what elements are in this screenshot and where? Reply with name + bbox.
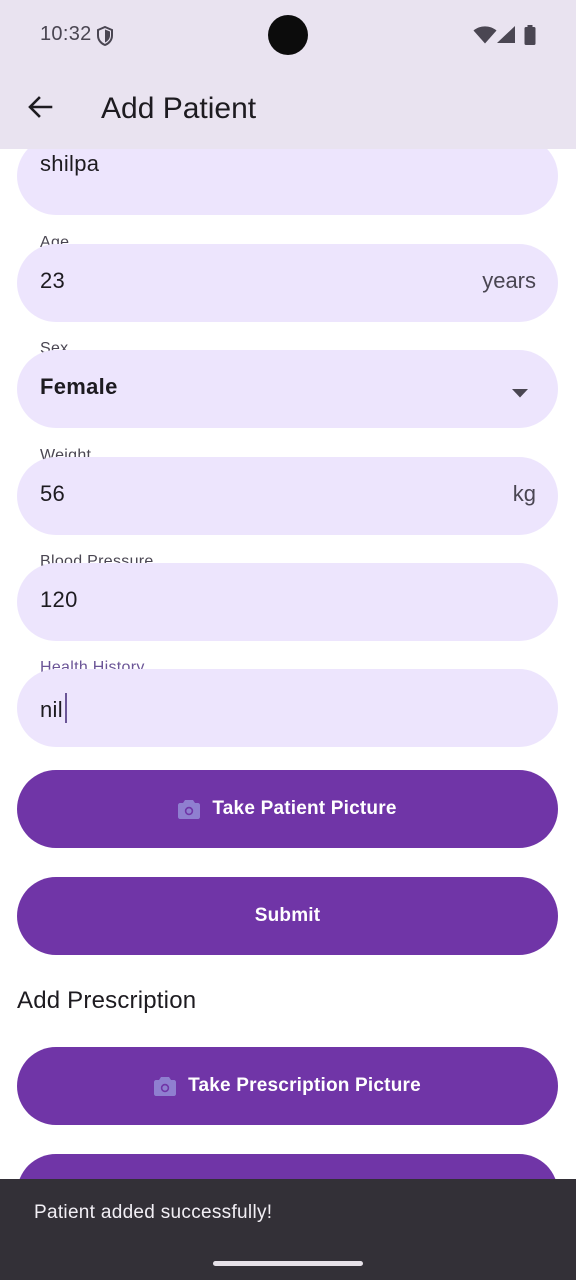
snackbar-message: Patient added successfully!	[34, 1202, 273, 1223]
battery-icon	[524, 25, 536, 50]
wifi-icon	[473, 26, 497, 49]
name-value: shilpa	[40, 151, 100, 176]
blood-pressure-value: 120	[40, 587, 78, 612]
status-bar: 10:32	[0, 0, 576, 70]
front-camera-cutout	[268, 15, 308, 55]
sex-dropdown[interactable]: Female	[17, 350, 558, 428]
weight-value: 56	[40, 481, 66, 506]
weight-field[interactable]: 56 kg	[17, 457, 558, 535]
take-patient-picture-button[interactable]: Take Patient Picture	[17, 770, 558, 848]
name-field[interactable]: shilpa	[17, 149, 558, 215]
age-value: 23	[40, 268, 66, 293]
add-prescription-heading: Add Prescription	[17, 987, 197, 1014]
page-title: Add Patient	[101, 92, 257, 125]
health-history-value: nil	[40, 697, 63, 722]
app-bar: Add Patient	[0, 70, 576, 149]
age-suffix: years	[482, 268, 536, 293]
health-history-field[interactable]: nil	[17, 669, 558, 747]
home-indicator[interactable]	[213, 1261, 363, 1266]
camera-icon	[154, 1076, 177, 1096]
caret-down-icon	[512, 385, 528, 403]
camera-icon	[178, 799, 201, 819]
submit-label: Submit	[254, 905, 321, 926]
signal-icon	[496, 26, 516, 49]
back-button[interactable]	[20, 89, 60, 129]
submit-button[interactable]: Submit	[17, 877, 558, 955]
snackbar: Patient added successfully!	[0, 1179, 576, 1280]
sex-value: Female	[40, 374, 118, 399]
arrow-left-icon	[27, 94, 53, 125]
status-time: 10:32	[40, 23, 92, 45]
take-patient-picture-label: Take Patient Picture	[212, 798, 397, 819]
age-field[interactable]: 23 years	[17, 244, 558, 322]
shield-icon	[96, 25, 114, 51]
text-cursor	[64, 693, 67, 723]
health-history-input[interactable]: nil	[40, 693, 67, 723]
take-prescription-picture-button[interactable]: Take Prescription Picture	[17, 1047, 558, 1125]
weight-suffix: kg	[512, 481, 536, 506]
blood-pressure-field[interactable]: 120	[17, 563, 558, 641]
form-scroll-area[interactable]: shilpa Age 23 years Sex Female Weight 56…	[0, 149, 576, 1280]
take-prescription-picture-label: Take Prescription Picture	[188, 1075, 421, 1096]
